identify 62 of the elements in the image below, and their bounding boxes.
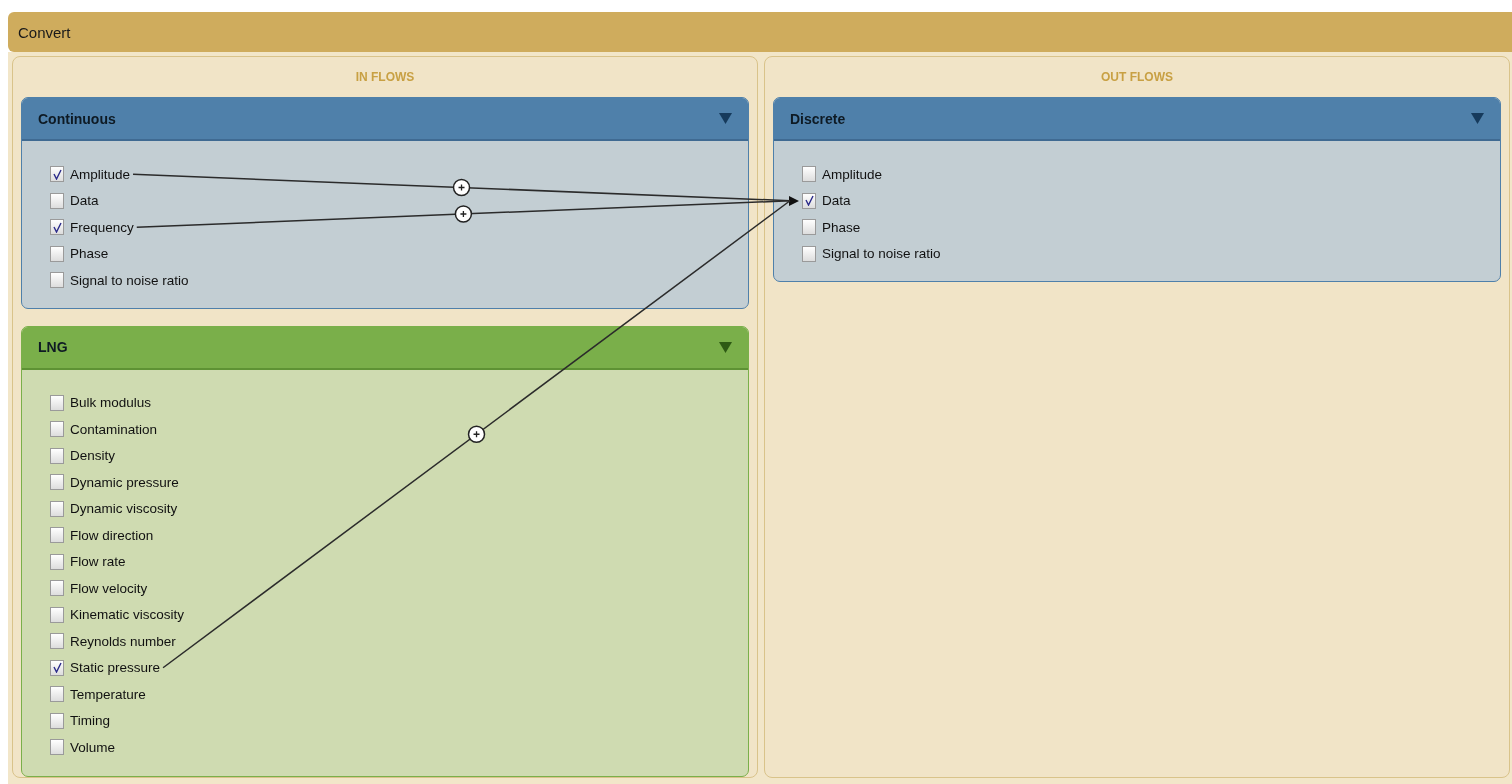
group-header[interactable]: Continuous (22, 98, 748, 141)
plus-icon[interactable] (467, 425, 486, 443)
flow-option[interactable]: Data (36, 187, 748, 214)
arrowhead-icon (789, 195, 799, 206)
flow-option[interactable]: Frequency (36, 214, 748, 241)
flow-option[interactable]: Volume (36, 734, 748, 761)
flow-option[interactable]: Dynamic viscosity (36, 495, 748, 522)
checkbox[interactable] (50, 659, 64, 676)
flow-option[interactable]: Data (788, 187, 1500, 214)
caret-icon[interactable] (719, 113, 732, 124)
checkbox[interactable] (50, 192, 64, 209)
checkbox[interactable] (50, 421, 64, 438)
plus-icon[interactable] (452, 178, 471, 197)
column-title: OUT FLOWS (1101, 70, 1173, 84)
flow-option[interactable]: Bulk modulus (36, 389, 748, 416)
flow-option[interactable]: Amplitude (36, 161, 748, 188)
checkbox[interactable] (50, 527, 64, 544)
plus-icon[interactable] (454, 205, 473, 223)
flow-option[interactable]: Timing (36, 707, 748, 734)
checkbox[interactable] (50, 219, 64, 236)
flow-option[interactable]: Flow velocity (36, 575, 748, 602)
checkbox[interactable] (50, 553, 64, 570)
group-name: Discrete (790, 110, 846, 127)
checkbox[interactable] (50, 712, 64, 729)
group-header[interactable]: Discrete (774, 98, 1500, 141)
group-name: Continuous (38, 110, 116, 127)
flow-option[interactable]: Dynamic pressure (36, 469, 748, 496)
checkbox[interactable] (50, 474, 64, 491)
group-header[interactable]: LNG (22, 326, 748, 370)
flow-option[interactable]: Signal to noise ratio (788, 240, 1500, 267)
checkbox[interactable] (802, 245, 816, 262)
checkbox[interactable] (50, 272, 64, 289)
caret-icon[interactable] (1471, 113, 1484, 124)
checkbox[interactable] (50, 686, 64, 703)
checkbox[interactable] (50, 166, 64, 183)
checkbox[interactable] (50, 245, 64, 262)
checkbox[interactable] (50, 739, 64, 756)
flow-option[interactable]: Contamination (36, 416, 748, 443)
flow-option[interactable]: Flow direction (36, 522, 748, 549)
flow-option[interactable]: Kinematic viscosity (36, 601, 748, 628)
window-title: Convert (18, 23, 71, 41)
caret-icon[interactable] (719, 341, 732, 353)
checkbox[interactable] (802, 192, 816, 209)
checkbox[interactable] (50, 606, 64, 623)
flow-option[interactable]: Phase (788, 214, 1500, 241)
flow-option[interactable]: Flow rate (36, 548, 748, 575)
checkbox[interactable] (50, 633, 64, 650)
checkbox[interactable] (50, 394, 64, 411)
checkbox[interactable] (802, 166, 816, 183)
flow-option[interactable]: Static pressure (36, 654, 748, 681)
checkbox[interactable] (50, 500, 64, 517)
checkbox[interactable] (802, 219, 816, 236)
flow-option[interactable]: Signal to noise ratio (36, 267, 748, 294)
flow-option[interactable]: Density (36, 442, 748, 469)
flow-option[interactable]: Temperature (36, 681, 748, 708)
group-name: LNG (38, 339, 68, 355)
checkbox[interactable] (50, 580, 64, 597)
checkbox[interactable] (50, 447, 64, 464)
flow-option[interactable]: Phase (36, 240, 748, 267)
flow-option[interactable]: Reynolds number (36, 628, 748, 655)
flow-option[interactable]: Amplitude (788, 161, 1500, 188)
column-title: IN FLOWS (355, 70, 415, 84)
